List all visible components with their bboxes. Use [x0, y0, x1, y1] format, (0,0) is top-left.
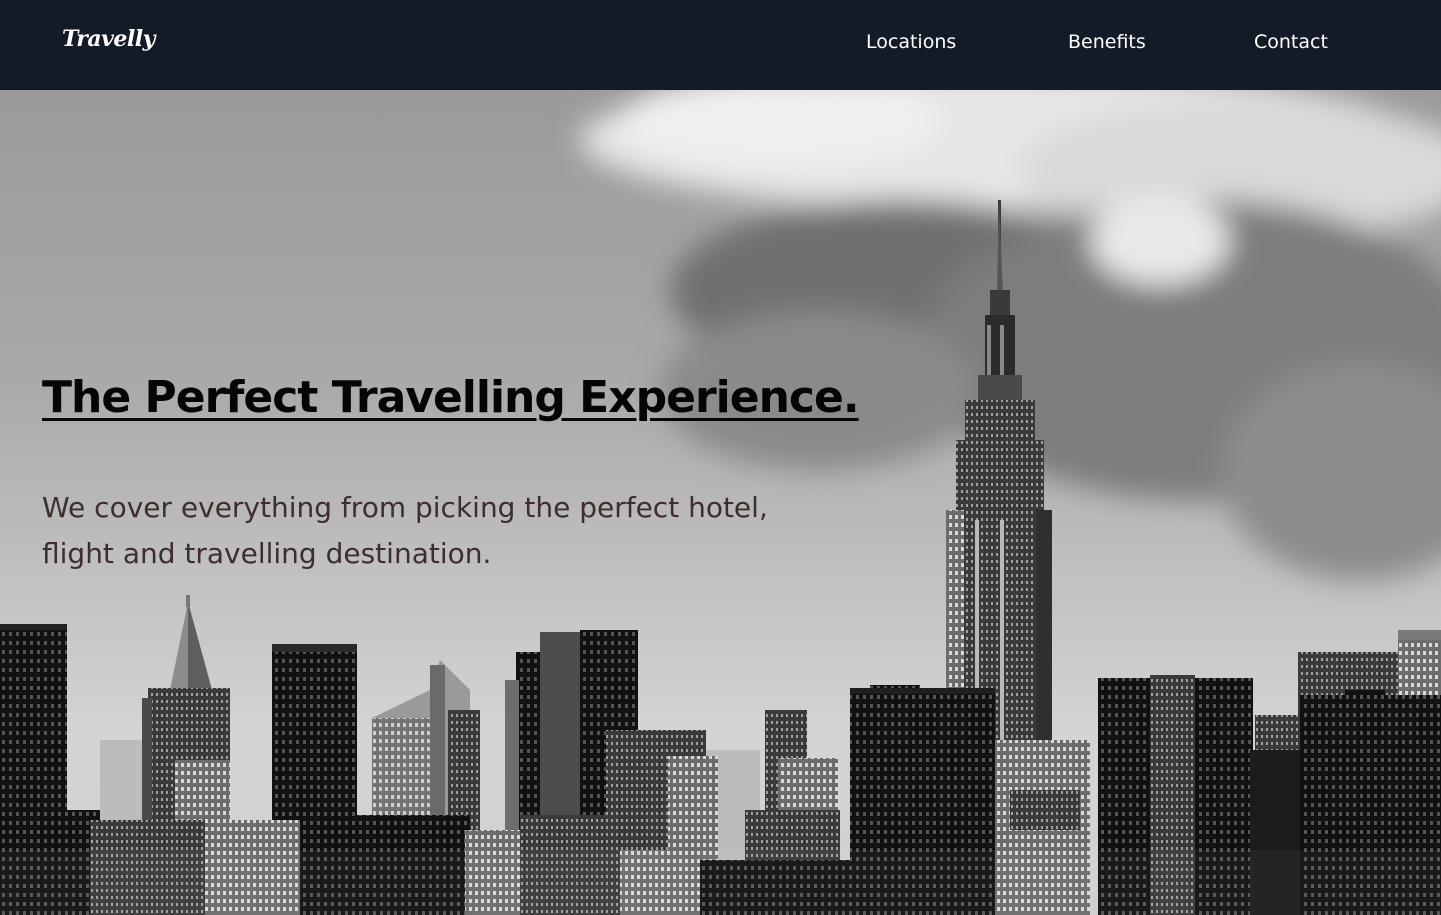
navbar: Travelly Locations Benefits Contact [0, 0, 1441, 90]
nav-link-contact[interactable]: Contact [1254, 31, 1328, 53]
hero-section: The Perfect Travelling Experience. We co… [0, 90, 1441, 915]
hero-title: The Perfect Travelling Experience. [42, 372, 860, 423]
hero-description: We cover everything from picking the per… [42, 491, 768, 570]
logo[interactable]: Travelly [62, 26, 155, 52]
nav-link-locations[interactable]: Locations [866, 31, 956, 53]
nav-link-benefits[interactable]: Benefits [1068, 31, 1146, 53]
